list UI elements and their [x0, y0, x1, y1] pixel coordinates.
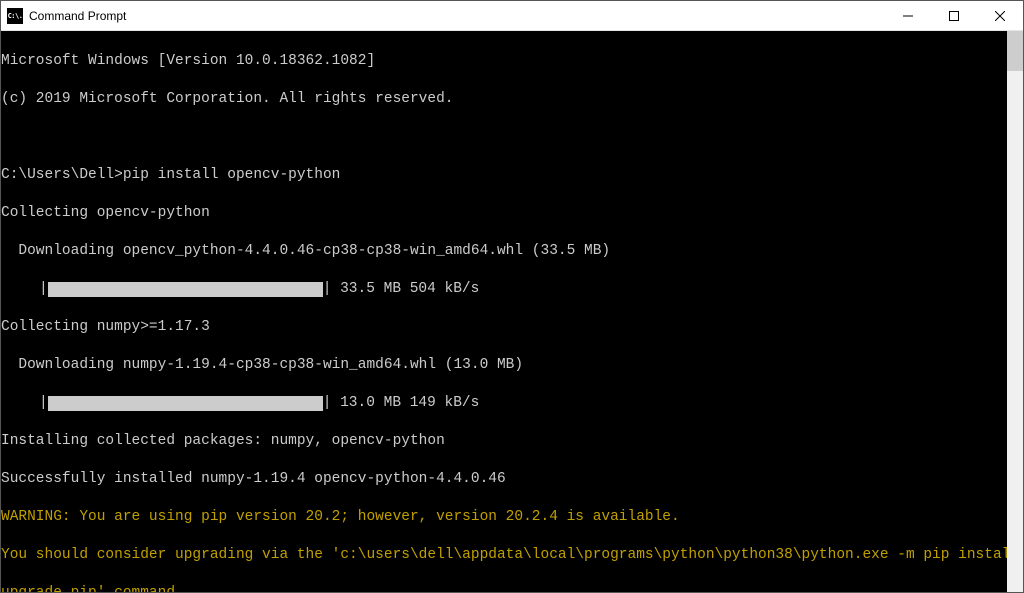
output-line: Downloading opencv_python-4.4.0.46-cp38-…: [1, 242, 1007, 261]
output-line: Microsoft Windows [Version 10.0.18362.10…: [1, 52, 1007, 71]
command-prompt-window: C:\. Command Prompt Microsoft Windows [V…: [0, 0, 1024, 593]
output-line: Collecting numpy>=1.17.3: [1, 318, 1007, 337]
warning-line: upgrade pip' command.: [1, 584, 1007, 592]
terminal-content[interactable]: Microsoft Windows [Version 10.0.18362.10…: [1, 31, 1007, 592]
minimize-button[interactable]: [885, 1, 931, 30]
output-line: Installing collected packages: numpy, op…: [1, 432, 1007, 451]
output-line: (c) 2019 Microsoft Corporation. All righ…: [1, 90, 1007, 109]
maximize-icon: [949, 11, 959, 21]
maximize-button[interactable]: [931, 1, 977, 30]
warning-line: You should consider upgrading via the 'c…: [1, 546, 1007, 565]
scrollbar-thumb[interactable]: [1007, 31, 1023, 71]
progress-bar: [48, 396, 323, 411]
window-title: Command Prompt: [29, 9, 126, 23]
output-line: Successfully installed numpy-1.19.4 open…: [1, 470, 1007, 489]
cmd-icon: C:\.: [7, 8, 23, 24]
warning-line: WARNING: You are using pip version 20.2;…: [1, 508, 1007, 527]
terminal-area[interactable]: Microsoft Windows [Version 10.0.18362.10…: [1, 31, 1023, 592]
progress-text: | 33.5 MB 504 kB/s: [323, 280, 480, 299]
output-line: [1, 128, 1007, 147]
output-line: Collecting opencv-python: [1, 204, 1007, 223]
progress-text: | 13.0 MB 149 kB/s: [323, 394, 480, 413]
progress-line: || 33.5 MB 504 kB/s: [1, 280, 1007, 299]
progress-bar: [48, 282, 323, 297]
close-icon: [995, 11, 1005, 21]
window-controls: [885, 1, 1023, 30]
output-line: Downloading numpy-1.19.4-cp38-cp38-win_a…: [1, 356, 1007, 375]
progress-line: || 13.0 MB 149 kB/s: [1, 394, 1007, 413]
titlebar[interactable]: C:\. Command Prompt: [1, 1, 1023, 31]
close-button[interactable]: [977, 1, 1023, 30]
vertical-scrollbar[interactable]: [1007, 31, 1023, 592]
minimize-icon: [903, 11, 913, 21]
prompt-line: C:\Users\Dell>pip install opencv-python: [1, 166, 1007, 185]
